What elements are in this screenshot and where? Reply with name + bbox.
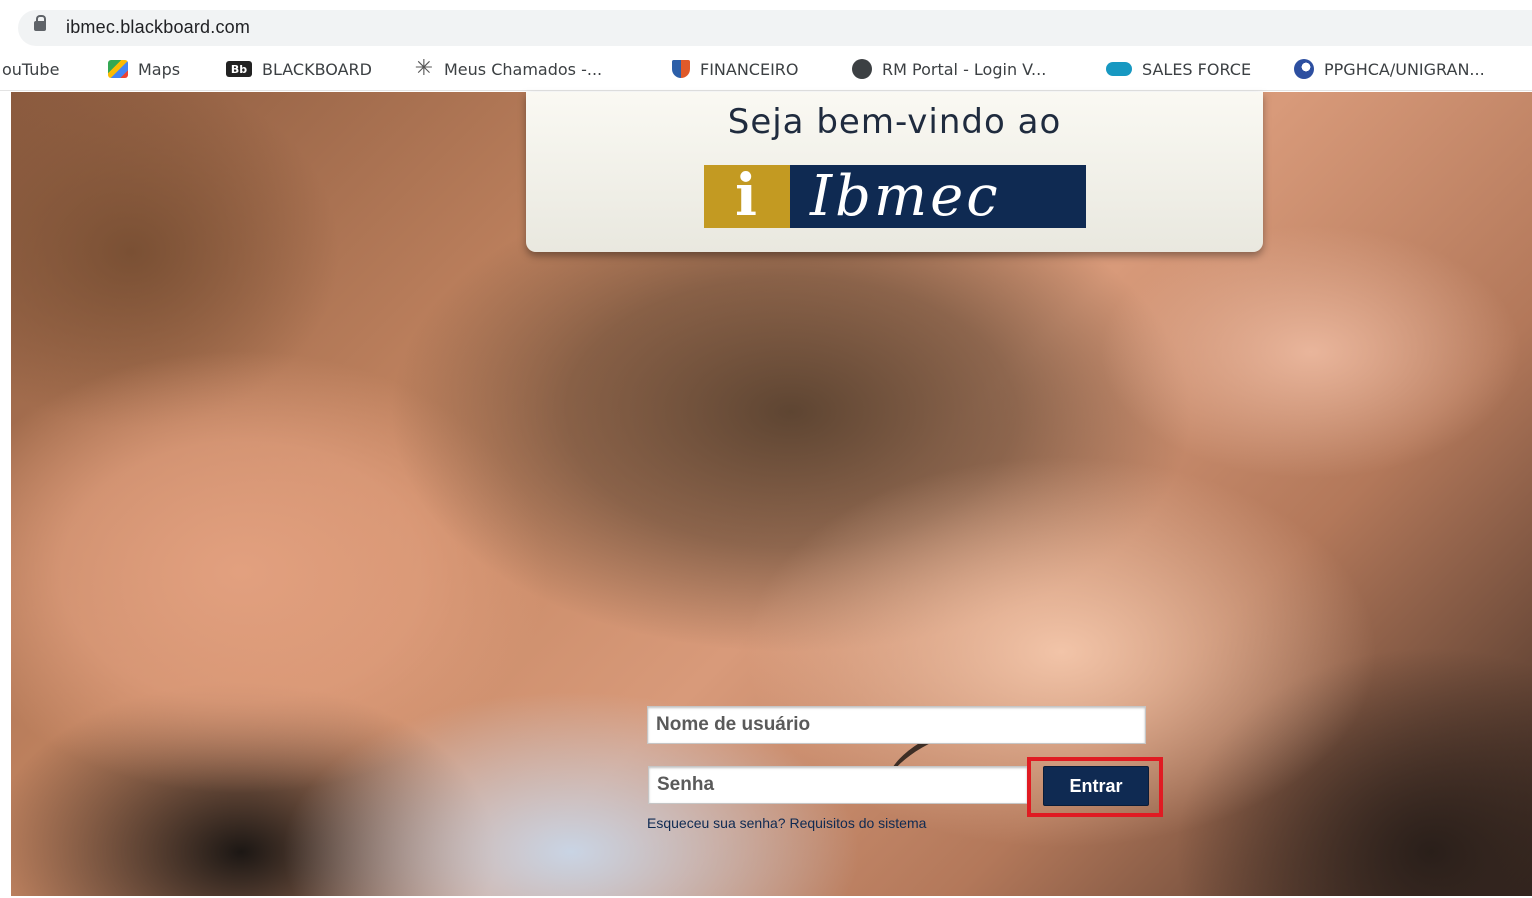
browser-address-bar: ibmec.blackboard.com — [0, 0, 1532, 48]
password-input[interactable] — [648, 766, 1028, 804]
bookmark-financeiro[interactable]: FINANCEIRO — [672, 58, 799, 80]
maps-icon — [108, 60, 128, 78]
cloud-icon — [1106, 62, 1132, 76]
bookmark-label: FINANCEIRO — [700, 59, 799, 79]
bookmark-meus-chamados[interactable]: ✳ Meus Chamados -... — [414, 58, 602, 80]
bookmark-maps[interactable]: Maps — [108, 58, 180, 80]
logo-letter: i — [734, 161, 758, 229]
bookmark-youtube[interactable]: ouTube — [2, 58, 59, 80]
bookmark-ppghca[interactable]: PPGHCA/UNIGRAN... — [1294, 58, 1485, 80]
logo-gold-block: i — [704, 161, 790, 229]
ibmec-logo: i Ibmec — [704, 161, 1086, 229]
bookmark-label: PPGHCA/UNIGRAN... — [1324, 59, 1485, 79]
swirl-icon — [1294, 59, 1314, 79]
globe-icon — [852, 59, 872, 79]
login-button[interactable]: Entrar — [1043, 766, 1149, 806]
logo-wordmark: Ibmec — [810, 164, 1001, 229]
bookmark-sales-force[interactable]: SALES FORCE — [1106, 58, 1251, 80]
bookmark-label: SALES FORCE — [1142, 59, 1252, 79]
bookmark-label: BLACKBOARD — [262, 59, 372, 79]
welcome-panel: Seja bem-vindo ao i Ibmec — [526, 92, 1263, 252]
forgot-password-link[interactable]: Esqueceu sua senha? — [647, 815, 786, 831]
lock-icon[interactable] — [34, 15, 46, 31]
login-links: Esqueceu sua senha? Requisitos do sistem… — [647, 815, 926, 831]
asterisk-icon: ✳ — [414, 56, 434, 81]
bookmark-label: RM Portal - Login V... — [882, 59, 1047, 79]
bookmark-label: Maps — [138, 59, 181, 79]
bookmark-label: Meus Chamados -... — [444, 59, 603, 79]
bookmark-rm-portal[interactable]: RM Portal - Login V... — [852, 58, 1046, 80]
bookmark-blackboard[interactable]: Bb BLACKBOARD — [226, 58, 372, 80]
shield-icon — [672, 60, 690, 78]
welcome-heading: Seja bem-vindo ao — [727, 102, 1062, 142]
bookmarks-bar: ouTube Maps Bb BLACKBOARD ✳ Meus Chamado… — [0, 48, 1532, 91]
url-text[interactable]: ibmec.blackboard.com — [66, 17, 250, 38]
blackboard-icon: Bb — [226, 61, 252, 77]
bookmark-label: ouTube — [2, 59, 60, 79]
system-requirements-link[interactable]: Requisitos do sistema — [789, 815, 926, 831]
username-input[interactable] — [647, 706, 1146, 744]
